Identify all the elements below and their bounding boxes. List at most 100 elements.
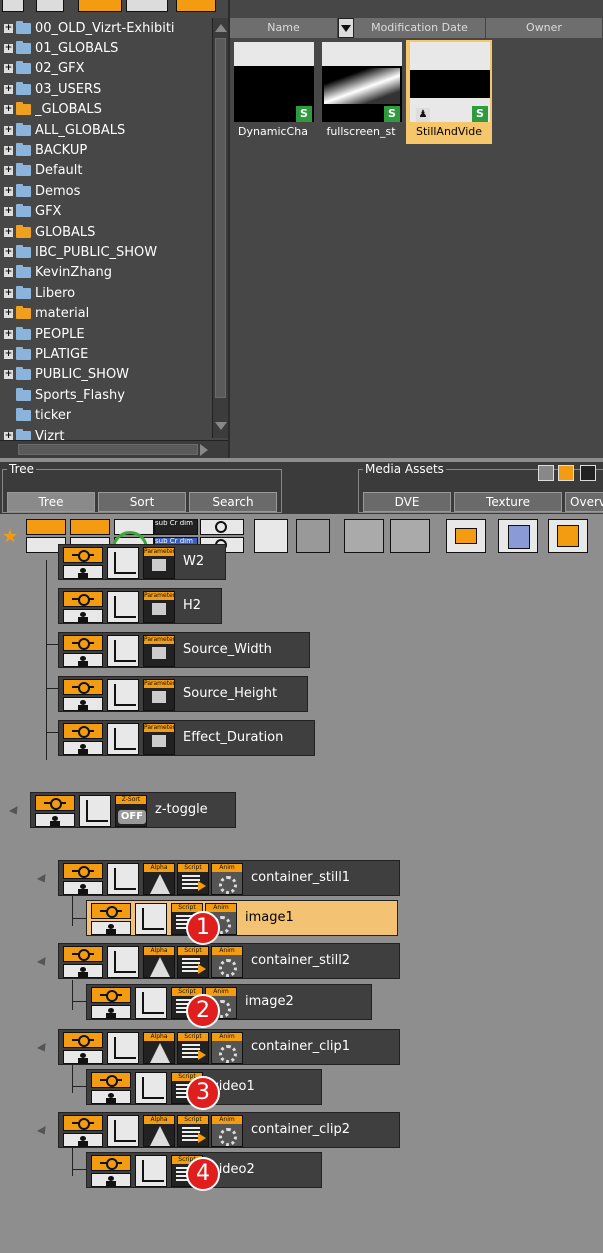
expand-icon[interactable]: + <box>4 125 13 135</box>
transform-axis-icon[interactable] <box>107 1115 139 1147</box>
expand-icon[interactable] <box>4 411 13 420</box>
transform-axis-icon[interactable] <box>79 795 111 827</box>
folder-tree-item[interactable]: + Libero <box>0 283 212 303</box>
anim-plugin-icon[interactable]: Anim <box>211 946 243 978</box>
expand-icon[interactable]: + <box>4 146 13 156</box>
tab-dve[interactable]: DVE <box>363 492 451 512</box>
param-plugin-icon[interactable]: Parameter <box>143 635 175 667</box>
transform-axis-icon[interactable] <box>107 946 139 978</box>
script-plugin-icon[interactable]: Script <box>177 863 209 895</box>
transform-axis-icon[interactable] <box>135 903 167 935</box>
tab-sort[interactable]: Sort <box>98 492 186 512</box>
expand-icon[interactable]: + <box>4 227 13 237</box>
zoom-in-button[interactable] <box>200 519 244 535</box>
star-icon[interactable]: ★ <box>2 522 18 552</box>
person-icon[interactable] <box>63 1050 103 1064</box>
visibility-toggle-icon[interactable] <box>91 1155 131 1171</box>
toolbar-button-b[interactable] <box>36 0 64 12</box>
film-icon[interactable] <box>538 465 554 481</box>
scene-node[interactable]: Z-Sort OFF z-toggle <box>30 792 236 828</box>
scene-node[interactable]: Parameter Source_Width <box>58 632 310 668</box>
expand-icon[interactable]: + <box>4 166 13 176</box>
person-toggle-button[interactable] <box>26 519 66 535</box>
param-plugin-icon[interactable]: Parameter <box>143 679 175 711</box>
expand-icon[interactable]: + <box>4 268 13 278</box>
visibility-toggle-icon[interactable] <box>91 1072 131 1088</box>
folder-tree-item[interactable]: +03_USERS <box>0 79 212 99</box>
folder-tree-item[interactable]: Sports_Flashy <box>0 385 212 405</box>
scene-node[interactable]: Alpha Script Anim container_still2 <box>58 943 400 979</box>
tab-texture[interactable]: Texture <box>454 492 562 512</box>
folder-tree-item[interactable]: + IBC_PUBLIC_SHOW <box>0 242 212 262</box>
person-icon[interactable] <box>63 964 103 978</box>
expand-icon[interactable]: + <box>4 309 13 319</box>
gear-icon[interactable] <box>580 465 596 481</box>
scroll-right-arrow-icon[interactable] <box>200 444 208 456</box>
transform-axis-icon[interactable] <box>107 591 139 623</box>
scroll-up-arrow-icon[interactable] <box>215 24 227 32</box>
expand-arrow-icon[interactable] <box>36 956 50 969</box>
folder-tree-item[interactable]: +02_GFX <box>0 59 212 79</box>
alpha-plugin-icon[interactable]: Alpha <box>143 946 175 978</box>
person-icon[interactable] <box>63 881 103 895</box>
expand-icon[interactable]: + <box>4 84 13 94</box>
anim-plugin-icon[interactable]: Anim <box>211 1032 243 1064</box>
person-icon[interactable] <box>63 741 103 755</box>
expand-icon[interactable]: + <box>4 44 13 54</box>
transform-axis-icon[interactable] <box>135 987 167 1019</box>
visibility-toggle-icon[interactable] <box>35 795 75 811</box>
folder-tree-item[interactable]: + _GLOBALS <box>0 100 212 120</box>
folder-tree-item[interactable]: + Default <box>0 161 212 181</box>
expand-icon[interactable]: + <box>4 186 13 196</box>
param-plugin-icon[interactable]: Parameter <box>143 547 175 579</box>
folder-tree-item[interactable]: + Demos <box>0 181 212 201</box>
expand-arrow-icon[interactable] <box>36 873 50 886</box>
transform-axis-icon[interactable] <box>107 635 139 667</box>
expand-icon[interactable]: + <box>4 105 13 115</box>
scrollbar-thumb[interactable] <box>18 444 198 455</box>
scene-node[interactable]: Parameter Source_Height <box>58 676 308 712</box>
visibility-toggle-icon[interactable] <box>63 863 103 879</box>
person-icon[interactable] <box>91 1005 131 1019</box>
visibility-toggle-icon[interactable] <box>63 679 103 695</box>
script-plugin-icon[interactable]: Script <box>177 1115 209 1147</box>
anim-plugin-icon[interactable]: Anim <box>211 1115 243 1147</box>
toolbar-button-d[interactable] <box>126 0 168 12</box>
visibility-toggle-icon[interactable] <box>63 946 103 962</box>
layers-button[interactable] <box>498 519 538 553</box>
scene-node[interactable]: Alpha Script Anim container_clip1 <box>58 1029 400 1065</box>
sub-dim-button[interactable]: sub Cr dim <box>154 519 198 535</box>
expand-icon[interactable]: + <box>4 288 13 298</box>
person-icon[interactable] <box>63 565 103 579</box>
scene-node[interactable]: Parameter Effect_Duration <box>58 720 315 756</box>
person-icon[interactable] <box>63 609 103 623</box>
folder-tree-item[interactable]: + PEOPLE <box>0 324 212 344</box>
list-view-icon[interactable] <box>558 465 574 481</box>
expand-icon[interactable]: + <box>4 370 13 380</box>
expand-arrow-icon[interactable] <box>36 1042 50 1055</box>
anim-plugin-icon[interactable]: Anim <box>211 863 243 895</box>
folder-tree-item[interactable]: + PLATIGE <box>0 344 212 364</box>
expand-icon[interactable]: + <box>4 329 13 339</box>
scene-node[interactable]: Alpha Script Anim container_clip2 <box>58 1112 400 1148</box>
folder-tree-item[interactable]: +00_OLD_Vizrt-Exhibiti <box>0 18 212 38</box>
folder-tree-horizontal-scrollbar[interactable] <box>0 440 228 458</box>
scrollbar-thumb[interactable] <box>215 38 226 398</box>
alpha-plugin-icon[interactable]: Alpha <box>143 1032 175 1064</box>
folder-tree-item[interactable]: + GLOBALS <box>0 222 212 242</box>
scene-node[interactable]: Parameter H2 <box>58 588 222 624</box>
alpha-plugin-icon[interactable]: Alpha <box>143 863 175 895</box>
visibility-toggle-icon[interactable] <box>63 547 103 563</box>
folder-tree-item[interactable]: + ALL_GLOBALS <box>0 120 212 140</box>
param-plugin-icon[interactable]: Parameter <box>143 591 175 623</box>
collapse-tree-button[interactable] <box>296 519 330 553</box>
scroll-down-arrow-icon[interactable] <box>215 422 227 430</box>
visibility-toggle-icon[interactable] <box>91 987 131 1003</box>
tab-tree[interactable]: Tree <box>7 492 95 512</box>
sort-dropdown-button[interactable] <box>338 18 354 38</box>
zsort-plugin-icon[interactable]: Z-Sort OFF <box>115 795 147 827</box>
person-icon[interactable] <box>63 653 103 667</box>
folder-tree-item[interactable]: + PUBLIC_SHOW <box>0 365 212 385</box>
folder-tree-item[interactable]: ticker <box>0 405 212 425</box>
visibility-toggle-icon[interactable] <box>63 1115 103 1131</box>
